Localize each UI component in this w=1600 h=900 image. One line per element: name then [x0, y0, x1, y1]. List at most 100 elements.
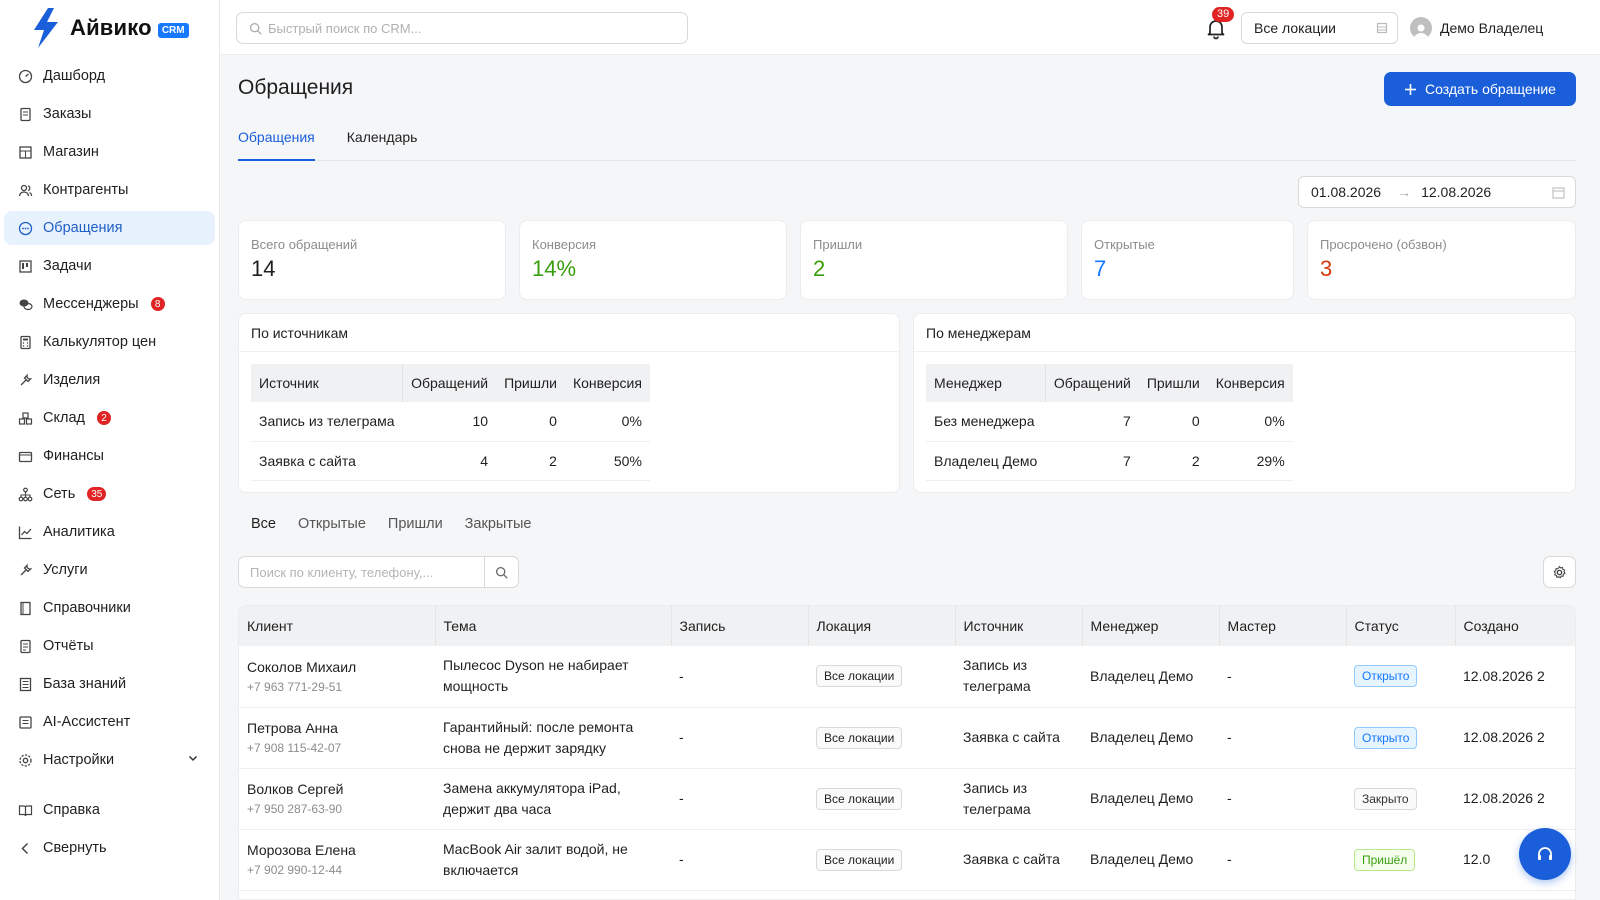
network-icon: [18, 487, 33, 502]
column-header[interactable]: Пришли: [496, 364, 565, 402]
sidebar-item[interactable]: Задачи: [4, 249, 215, 283]
source-cell: Заявка с сайта: [955, 829, 1082, 891]
sidebar-item[interactable]: Склад 2: [4, 401, 215, 435]
sidebar-item[interactable]: Настройки: [4, 743, 215, 777]
sidebar-item-label: Обращения: [43, 220, 123, 236]
date-from[interactable]: 01.08.2026: [1311, 184, 1381, 200]
sidebar-item[interactable]: Заказы: [4, 97, 215, 131]
collapse-sidebar-button[interactable]: Свернуть: [4, 831, 215, 865]
client-cell: Петрова Анна +7 908 115-42-07: [239, 707, 435, 769]
sidebar-item[interactable]: Услуги: [4, 553, 215, 587]
status-cell: Открыто: [1346, 646, 1455, 708]
table-row[interactable]: Волков Сергей +7 950 287-63-90 Замена акку…: [239, 768, 1575, 830]
sidebar-item[interactable]: Мессенджеры 8: [4, 287, 215, 321]
location-tag: Все локации: [816, 665, 903, 688]
table-cell: Без менеджера: [926, 402, 1046, 442]
filter-closed[interactable]: Закрытые: [465, 516, 532, 532]
record-cell: -: [671, 768, 808, 830]
sidebar-item[interactable]: Контрагенты: [4, 173, 215, 207]
sidebar-item[interactable]: Дашборд: [4, 59, 215, 93]
topic-cell: MacBook Air залит водой, не включается: [435, 829, 671, 891]
sidebar-item[interactable]: Сеть 35: [4, 477, 215, 511]
created-cell: 12.08.2026 2: [1455, 707, 1575, 769]
column-header[interactable]: Источник: [251, 364, 403, 402]
table-row[interactable]: Соколов Михаил +7 963 771-29-51 Пылесос Dy…: [239, 646, 1575, 708]
table-row[interactable]: Морозова Елена +7 902 990-12-44 MacBook Ai…: [239, 829, 1575, 891]
client-cell: Соколов Михаил +7 963 771-29-51: [239, 646, 435, 708]
sidebar-item[interactable]: Аналитика: [4, 515, 215, 549]
column-header[interactable]: Менеджер: [1081, 606, 1219, 646]
client-name[interactable]: Петрова Анна: [247, 718, 427, 739]
ai-icon: [18, 715, 33, 730]
logo[interactable]: Айвико CRM: [28, 6, 189, 50]
user-menu[interactable]: Демо Владелец: [1410, 17, 1543, 39]
location-select[interactable]: Все локации: [1241, 12, 1398, 44]
table-search-button[interactable]: [485, 556, 519, 588]
table-header: Клиент Тема Запись Локация Источник Менеджер М…: [239, 606, 1575, 646]
sidebar-item-label: Калькулятор цен: [43, 334, 157, 350]
calculator-icon: [18, 335, 33, 350]
create-request-button[interactable]: Создать обращение: [1384, 72, 1576, 106]
column-header[interactable]: Локация: [807, 606, 955, 646]
table-cell: Владелец Демо: [926, 441, 1046, 481]
column-header[interactable]: Источник: [954, 606, 1082, 646]
column-header[interactable]: Создано: [1454, 606, 1575, 646]
question-book-icon: [18, 803, 33, 818]
date-range-picker[interactable]: 01.08.2026 → 12.08.2026: [1298, 176, 1576, 208]
sidebar-item[interactable]: Магазин: [4, 135, 215, 169]
column-header[interactable]: Тема: [434, 606, 671, 646]
kpi-value: 3: [1320, 256, 1333, 281]
kpi-conversion: Конверсия 14%: [519, 220, 787, 300]
created-cell: 12.08.2026 2: [1455, 768, 1575, 830]
client-name[interactable]: Волков Сергей: [247, 779, 427, 800]
help-link[interactable]: Справка: [4, 793, 215, 827]
table-body: Запись из телеграма 10 0 0% Заявка с сайта 4 2…: [251, 402, 650, 481]
column-header[interactable]: Обращений: [1044, 364, 1139, 402]
client-cell: Морозова Елена +7 902 990-12-44: [239, 829, 435, 891]
column-header[interactable]: Обращений: [402, 364, 497, 402]
table-search-input[interactable]: Поиск по клиенту, телефону,...: [238, 556, 485, 588]
column-header[interactable]: Мастер: [1218, 606, 1346, 646]
table-settings-button[interactable]: [1543, 556, 1576, 588]
status-badge[interactable]: Закрыто: [1354, 787, 1417, 810]
sidebar-item[interactable]: AI-Ассистент: [4, 705, 215, 739]
column-header[interactable]: Конверсия: [1207, 364, 1293, 402]
column-header[interactable]: Конверсия: [564, 364, 650, 402]
sidebar-item[interactable]: Изделия: [4, 363, 215, 397]
sidebar-item[interactable]: Обращения: [4, 211, 215, 245]
date-to[interactable]: 12.08.2026: [1421, 184, 1491, 200]
column-header[interactable]: Клиент: [239, 606, 435, 646]
status-badge[interactable]: Открыто: [1354, 665, 1418, 688]
global-search-input[interactable]: Быстрый поиск по CRM...: [236, 12, 688, 44]
status-badge[interactable]: Открыто: [1354, 726, 1418, 749]
filter-all[interactable]: Все: [251, 516, 276, 532]
column-header[interactable]: Менеджер: [926, 364, 1046, 402]
client-name[interactable]: Морозова Елена: [247, 840, 427, 861]
filter-open[interactable]: Открытые: [298, 516, 366, 532]
sidebar-item[interactable]: Калькулятор цен: [4, 325, 215, 359]
top-header: Быстрый поиск по CRM... 39 Все локации Д…: [220, 0, 1600, 55]
brand-name: Айвико: [70, 15, 152, 40]
tab-requests[interactable]: Обращения: [238, 127, 315, 161]
status-badge[interactable]: Пришёл: [1354, 848, 1416, 871]
wallet-icon: [18, 449, 33, 464]
table-cell: 0%: [1207, 402, 1293, 442]
sidebar-item[interactable]: Отчёты: [4, 629, 215, 663]
table-row[interactable]: Петрова Анна +7 908 115-42-07 Гарантийный:…: [239, 707, 1575, 769]
header-row: Клиент Тема Запись Локация Источник Менеджер М…: [239, 606, 1575, 646]
sidebar-item-label: Контрагенты: [43, 182, 129, 198]
table-body: Соколов Михаил +7 963 771-29-51 Пылесос Dy…: [239, 646, 1575, 891]
support-chat-button[interactable]: [1519, 828, 1571, 880]
document-icon: [18, 107, 33, 122]
client-name[interactable]: Соколов Михаил: [247, 657, 427, 678]
sidebar-item[interactable]: Финансы: [4, 439, 215, 473]
location-tag: Все локации: [816, 726, 903, 749]
filter-came[interactable]: Пришли: [388, 516, 443, 532]
chevron-down-icon: [187, 752, 199, 768]
sidebar-item[interactable]: Справочники: [4, 591, 215, 625]
column-header[interactable]: Статус: [1345, 606, 1455, 646]
column-header[interactable]: Запись: [670, 606, 808, 646]
sidebar-item[interactable]: База знаний: [4, 667, 215, 701]
tab-calendar[interactable]: Календарь: [347, 127, 418, 161]
column-header[interactable]: Пришли: [1138, 364, 1208, 402]
